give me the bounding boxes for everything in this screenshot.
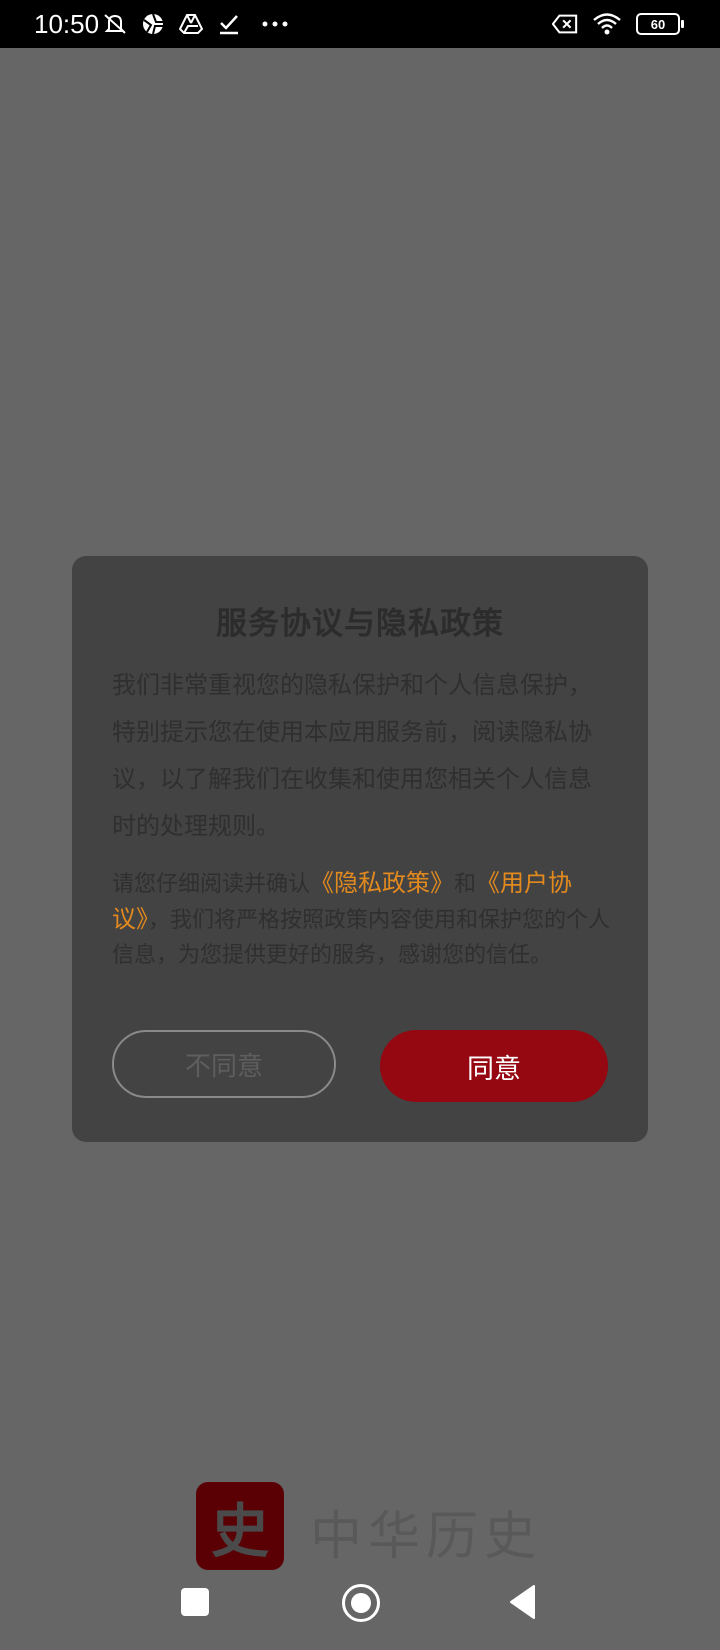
dialog-confirm-text: 请您仔细阅读并确认《隐私政策》和《用户协议》，我们将严格按照政策内容使用和保护您… (112, 866, 612, 973)
disagree-button[interactable]: 不同意 (112, 1030, 336, 1098)
battery-level: 60 (650, 16, 666, 32)
wifi-icon (592, 12, 622, 36)
home-button[interactable] (342, 1584, 380, 1622)
camera-aperture-icon (140, 12, 166, 36)
status-icons-right: 60 (552, 12, 684, 36)
mute-icon (102, 12, 128, 36)
confirm-connector: 和 (454, 872, 477, 897)
recent-apps-button[interactable] (181, 1588, 209, 1616)
app-logo: 史 (196, 1482, 284, 1570)
status-icons-left (102, 12, 290, 36)
check-download-icon (216, 12, 242, 36)
more-dots-icon (260, 12, 290, 36)
drive-icon (178, 12, 204, 36)
confirm-suffix: ，我们将严格按照政策内容使用和保护您的个人信息，为您提供更好的服务，感谢您的信任… (112, 908, 611, 968)
agree-button[interactable]: 同意 (380, 1030, 608, 1102)
home-icon (351, 1593, 371, 1613)
app-name: 中华历史 (310, 1507, 543, 1567)
status-time: 10:50 (34, 9, 100, 39)
dialog-intro-text: 我们非常重视您的隐私保护和个人信息保护，特别提示您在使用本应用服务前，阅读隐私协… (112, 671, 592, 840)
back-triangle-icon (510, 1585, 535, 1619)
privacy-dialog: 服务协议与隐私政策 我们非常重视您的隐私保护和个人信息保护，特别提示您在使用本应… (72, 556, 648, 1142)
confirm-prefix: 请您仔细阅读并确认 (112, 872, 311, 897)
privacy-policy-link[interactable]: 《隐私政策》 (310, 869, 454, 897)
dialog-title: 服务协议与隐私政策 (216, 606, 504, 642)
no-sim-icon (552, 12, 578, 36)
status-bar: 10:50 60 (0, 0, 720, 48)
navigation-bar (0, 1570, 720, 1650)
back-button[interactable] (508, 1584, 538, 1620)
battery-icon: 60 (636, 13, 684, 35)
